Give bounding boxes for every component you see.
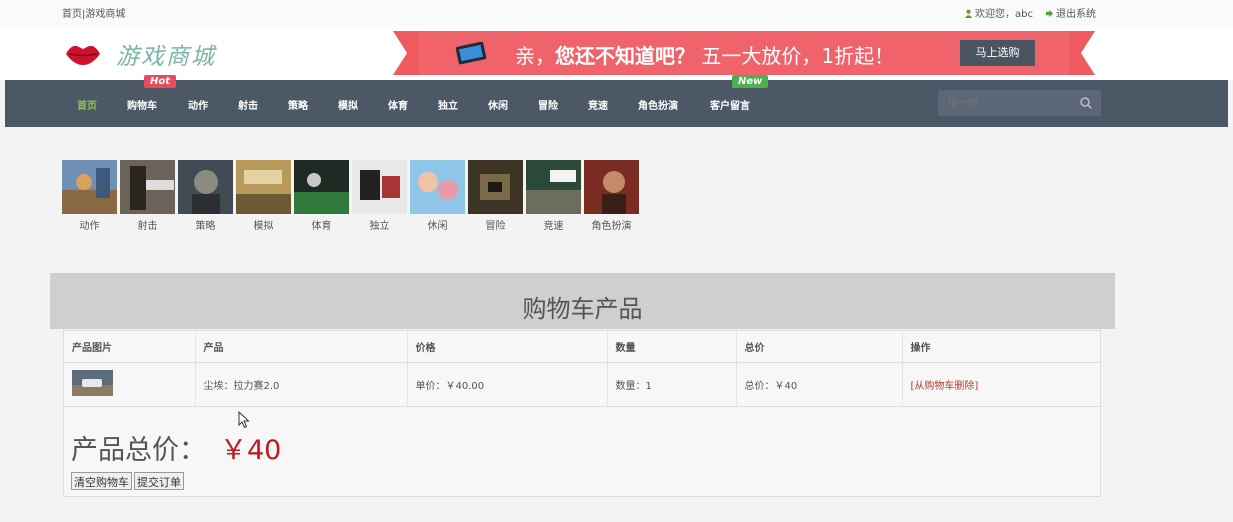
category-tile[interactable]: 冒险	[468, 160, 523, 232]
game-cover-image	[584, 160, 639, 214]
breadcrumb-home-link[interactable]: 首页	[62, 9, 82, 20]
top-bar: 首页|游戏商城 欢迎您，abc 退出系统	[0, 0, 1233, 26]
site-logo[interactable]: 游戏商城	[64, 37, 216, 71]
promo-text: 亲，您还不知道吧？ 五一大放价，1折起！	[515, 40, 894, 69]
nav-item-strategy[interactable]: 策略	[288, 97, 308, 112]
site-header: 游戏商城 亲，您还不知道吧？ 五一大放价，1折起！ 马上选购	[0, 26, 1233, 80]
main-nav: 首页 购物车 动作 射击 策略 模拟 体育 独立 休闲 冒险 竞速 角色扮演 客…	[5, 75, 1228, 127]
category-tile[interactable]: 模拟	[236, 160, 291, 232]
game-cover-image	[178, 160, 233, 214]
nav-item-rpg[interactable]: 角色扮演	[638, 97, 678, 112]
category-label: 冒险	[485, 221, 506, 232]
column-header: 总价	[736, 331, 903, 363]
category-label: 休闲	[427, 221, 448, 232]
column-header: 产品	[195, 331, 408, 363]
new-badge: New	[732, 75, 769, 88]
nav-item-adventure[interactable]: 冒险	[538, 97, 558, 112]
total-label: 产品总价：	[71, 435, 206, 466]
nav-item-racing[interactable]: 竞速	[588, 97, 608, 112]
breadcrumb-current[interactable]: 游戏商城	[85, 9, 125, 20]
category-label: 策略	[195, 221, 216, 232]
cart-title-bar: 购物车产品	[50, 273, 1115, 329]
promo-text-prefix: 亲，	[515, 44, 555, 68]
category-tile[interactable]: 动作	[62, 160, 117, 232]
nav-item-sports[interactable]: 体育	[388, 97, 408, 112]
category-grid: 动作 射击 策略 模拟 体育 独立 休闲 冒险 竞速 角色扮演	[62, 160, 639, 232]
category-label: 射击	[137, 221, 158, 232]
nav-item-home[interactable]: 首页	[77, 97, 97, 112]
column-header: 产品图片	[64, 331, 196, 363]
category-label: 体育	[311, 221, 332, 232]
category-label: 独立	[369, 221, 390, 232]
hot-badge: Hot	[144, 75, 177, 88]
user-area: 欢迎您，abc 退出系统	[964, 5, 1096, 20]
game-cover-image	[526, 160, 581, 214]
game-cover-image	[120, 160, 175, 214]
table-header-row: 产品图片 产品 价格 数量 总价 操作	[64, 331, 1101, 363]
game-cover-image	[410, 160, 465, 214]
nav-item-indie[interactable]: 独立	[438, 97, 458, 112]
action-cell: [从购物车删除]	[902, 362, 1101, 407]
cart-table: 产品图片 产品 价格 数量 总价 操作 尘埃：拉力赛2.0 单价：￥40.00 …	[64, 331, 1101, 407]
logout-link[interactable]: 退出系统	[1045, 5, 1096, 20]
game-cover-image	[62, 160, 117, 214]
search-input[interactable]	[938, 90, 1101, 116]
product-thumbnail[interactable]	[72, 369, 113, 396]
game-cover-image	[468, 160, 523, 214]
nav-item-cart[interactable]: 购物车	[127, 97, 157, 112]
product-name-cell: 尘埃：拉力赛2.0	[195, 362, 408, 407]
cart-actions: 清空购物车 提交订单	[71, 472, 184, 490]
nav-item-messages[interactable]: 客户留言	[710, 97, 750, 112]
nav-item-action[interactable]: 动作	[188, 97, 208, 112]
lips-logo-icon	[66, 45, 100, 65]
category-label: 动作	[79, 221, 100, 232]
total-value: ￥40	[220, 435, 282, 466]
category-label: 竞速	[543, 221, 564, 232]
column-header: 数量	[607, 331, 737, 363]
game-cover-image	[294, 160, 349, 214]
submit-order-button[interactable]: 提交订单	[134, 472, 184, 490]
product-image-cell	[64, 362, 196, 407]
category-label: 模拟	[253, 221, 274, 232]
cart-panel: 产品图片 产品 价格 数量 总价 操作 尘埃：拉力赛2.0 单价：￥40.00 …	[63, 330, 1101, 497]
tablet-icon	[455, 42, 487, 65]
user-icon	[964, 9, 973, 18]
row-total-cell: 总价：￥40	[736, 362, 903, 407]
category-tile[interactable]: 体育	[294, 160, 349, 232]
cart-total: 产品总价： ￥40	[71, 428, 281, 467]
unit-price-cell: 单价：￥40.00	[407, 362, 608, 407]
category-tile[interactable]: 策略	[178, 160, 233, 232]
logout-text: 退出系统	[1056, 9, 1096, 20]
game-cover-image	[352, 160, 407, 214]
column-header: 价格	[407, 331, 608, 363]
remove-from-cart-link[interactable]: [从购物车删除]	[911, 381, 979, 392]
promo-buy-button[interactable]: 马上选购	[960, 40, 1035, 66]
game-cover-image	[236, 160, 291, 214]
logout-icon	[1045, 9, 1054, 18]
welcome-message: 欢迎您，abc	[964, 5, 1033, 20]
table-row: 尘埃：拉力赛2.0 单价：￥40.00 数量：1 总价：￥40 [从购物车删除]	[64, 362, 1101, 407]
logo-text: 游戏商城	[116, 44, 216, 70]
welcome-text: 欢迎您，abc	[975, 9, 1033, 20]
promo-banner[interactable]: 亲，您还不知道吧？ 五一大放价，1折起！ 马上选购	[393, 31, 1095, 75]
category-tile[interactable]: 独立	[352, 160, 407, 232]
category-tile[interactable]: 射击	[120, 160, 175, 232]
cart-title: 购物车产品	[522, 295, 643, 323]
breadcrumb: 首页|游戏商城	[62, 5, 125, 20]
category-label: 角色扮演	[591, 221, 632, 232]
clear-cart-button[interactable]: 清空购物车	[71, 472, 132, 490]
category-tile[interactable]: 竞速	[526, 160, 581, 232]
category-tile[interactable]: 角色扮演	[584, 160, 639, 232]
promo-text-bold: 您还不知道吧？	[555, 44, 695, 68]
nav-item-shooting[interactable]: 射击	[238, 97, 258, 112]
category-tile[interactable]: 休闲	[410, 160, 465, 232]
promo-text-rest: 五一大放价，1折起！	[701, 44, 895, 68]
quantity-cell: 数量：1	[607, 362, 737, 407]
mouse-cursor-icon	[238, 411, 250, 429]
search-icon[interactable]	[1079, 96, 1093, 110]
nav-item-simulation[interactable]: 模拟	[338, 97, 358, 112]
column-header: 操作	[902, 331, 1101, 363]
nav-item-casual[interactable]: 休闲	[488, 97, 508, 112]
